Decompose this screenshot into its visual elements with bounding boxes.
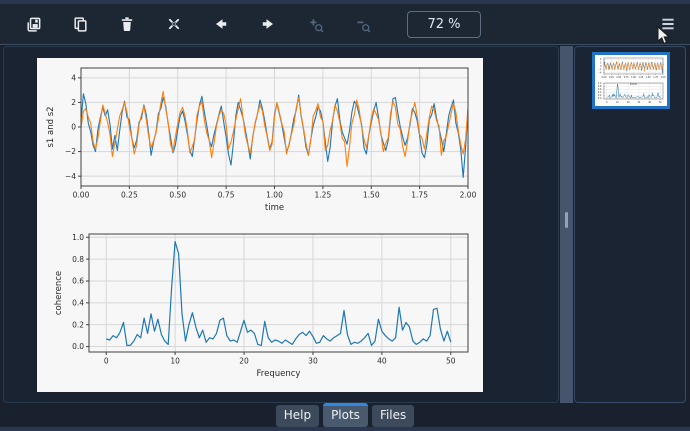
svg-text:−2: −2 (65, 147, 76, 156)
svg-text:1.50: 1.50 (363, 191, 380, 200)
tab-help[interactable]: Help (275, 405, 320, 427)
options-menu-icon (662, 18, 674, 30)
svg-text:0.00: 0.00 (73, 191, 90, 200)
next-plot-icon (262, 19, 273, 29)
svg-text:4: 4 (71, 73, 76, 82)
svg-text:1.0: 1.0 (72, 233, 84, 242)
svg-text:0.6: 0.6 (598, 88, 602, 91)
svg-text:1.25: 1.25 (638, 76, 643, 79)
coherence-figure: 0.00 0.25 0.50 0.75 1.00 1.25 1.50 1.75 2.00−4−2… (37, 58, 483, 392)
remove-plot-button[interactable] (113, 10, 141, 38)
zoom-out-icon (356, 21, 370, 32)
svg-text:2.00: 2.00 (661, 76, 666, 79)
bottom-accent-strip (0, 427, 690, 431)
svg-text:0.0: 0.0 (72, 342, 84, 351)
save-plot-button[interactable] (19, 10, 47, 38)
thumbnails-pane: 0.00 0.25 0.50 0.75 1.00 1.25 1.50 1.75 2.00 −4 −2… (573, 46, 686, 403)
remove-plot-icon (121, 17, 133, 32)
zoom-out-button[interactable] (348, 10, 376, 38)
figure-canvas: 0.00 0.25 0.50 0.75 1.00 1.25 1.50 1.75 2.00 −4 −2… (37, 58, 483, 392)
svg-text:0.75: 0.75 (624, 76, 629, 79)
svg-text:0.25: 0.25 (121, 191, 138, 200)
svg-text:0.2: 0.2 (598, 94, 602, 97)
svg-text:1.00: 1.00 (266, 191, 283, 200)
save-plot-icon (26, 17, 40, 32)
copy-image-button[interactable] (66, 10, 94, 38)
zoom-level-display[interactable]: 72 % (407, 10, 481, 38)
svg-text:s1 and s2: s1 and s2 (46, 106, 56, 147)
svg-text:0.4: 0.4 (598, 91, 602, 94)
svg-text:40: 40 (377, 357, 387, 366)
plugin-tab-bar: Help Plots Files (0, 403, 690, 427)
svg-text:1.75: 1.75 (653, 76, 658, 79)
svg-text:50: 50 (446, 357, 456, 366)
svg-text:1.50: 1.50 (646, 76, 651, 79)
options-menu-button[interactable] (654, 10, 682, 38)
svg-text:0: 0 (71, 123, 76, 132)
svg-text:0.75: 0.75 (218, 191, 235, 200)
svg-text:0.8: 0.8 (72, 255, 84, 264)
remove-all-plots-button[interactable] (160, 10, 188, 38)
splitter-handle-icon (565, 211, 568, 228)
svg-text:0.6: 0.6 (72, 277, 84, 286)
svg-text:1.25: 1.25 (315, 191, 332, 200)
svg-text:0.0: 0.0 (598, 97, 602, 100)
plot-display-pane: 0.00 0.25 0.50 0.75 1.00 1.25 1.50 1.75 2.00 −4 −2… (3, 46, 559, 403)
zoom-in-icon (309, 18, 323, 32)
remove-all-plots-icon (168, 18, 180, 30)
svg-text:0.00: 0.00 (602, 76, 607, 79)
svg-text:time: time (630, 82, 637, 86)
svg-text:1.75: 1.75 (411, 191, 428, 200)
svg-text:0.50: 0.50 (169, 191, 186, 200)
next-plot-button[interactable] (254, 10, 282, 38)
svg-text:0.4: 0.4 (72, 298, 84, 307)
svg-text:time: time (265, 203, 284, 213)
plot-thumbnail-image: 0.00 0.25 0.50 0.75 1.00 1.25 1.50 1.75 2.00−4−2… (573, 55, 667, 111)
svg-text:1.00: 1.00 (631, 76, 636, 79)
window-root: { "toolbar": { "zoom_level": "72 %", "ic… (0, 0, 690, 431)
svg-text:30: 30 (308, 357, 318, 366)
svg-text:Frequency: Frequency (257, 369, 301, 379)
svg-text:10: 10 (170, 357, 180, 366)
svg-text:−4: −4 (65, 172, 76, 181)
svg-text:0.25: 0.25 (609, 76, 614, 79)
svg-text:coherence: coherence (54, 271, 64, 315)
copy-image-icon (73, 16, 87, 32)
svg-text:2.00: 2.00 (460, 191, 477, 200)
pane-splitter[interactable] (560, 46, 573, 403)
previous-plot-icon (216, 19, 227, 29)
svg-text:0: 0 (104, 357, 109, 366)
svg-text:20: 20 (239, 357, 249, 366)
svg-text:0.2: 0.2 (72, 320, 84, 329)
zoom-in-button[interactable] (301, 10, 329, 38)
previous-plot-button[interactable] (207, 10, 235, 38)
svg-text:1.0: 1.0 (598, 82, 602, 85)
tab-files[interactable]: Files (371, 405, 415, 427)
svg-text:2: 2 (71, 98, 76, 107)
plots-toolbar: 72 % (0, 4, 690, 45)
svg-text:0.8: 0.8 (598, 85, 602, 88)
svg-text:0.50: 0.50 (616, 76, 621, 79)
tab-plots[interactable]: Plots (323, 403, 368, 427)
plot-thumbnail-selected[interactable]: 0.00 0.25 0.50 0.75 1.00 1.25 1.50 1.75 2.00 −4 −2… (573, 52, 670, 111)
